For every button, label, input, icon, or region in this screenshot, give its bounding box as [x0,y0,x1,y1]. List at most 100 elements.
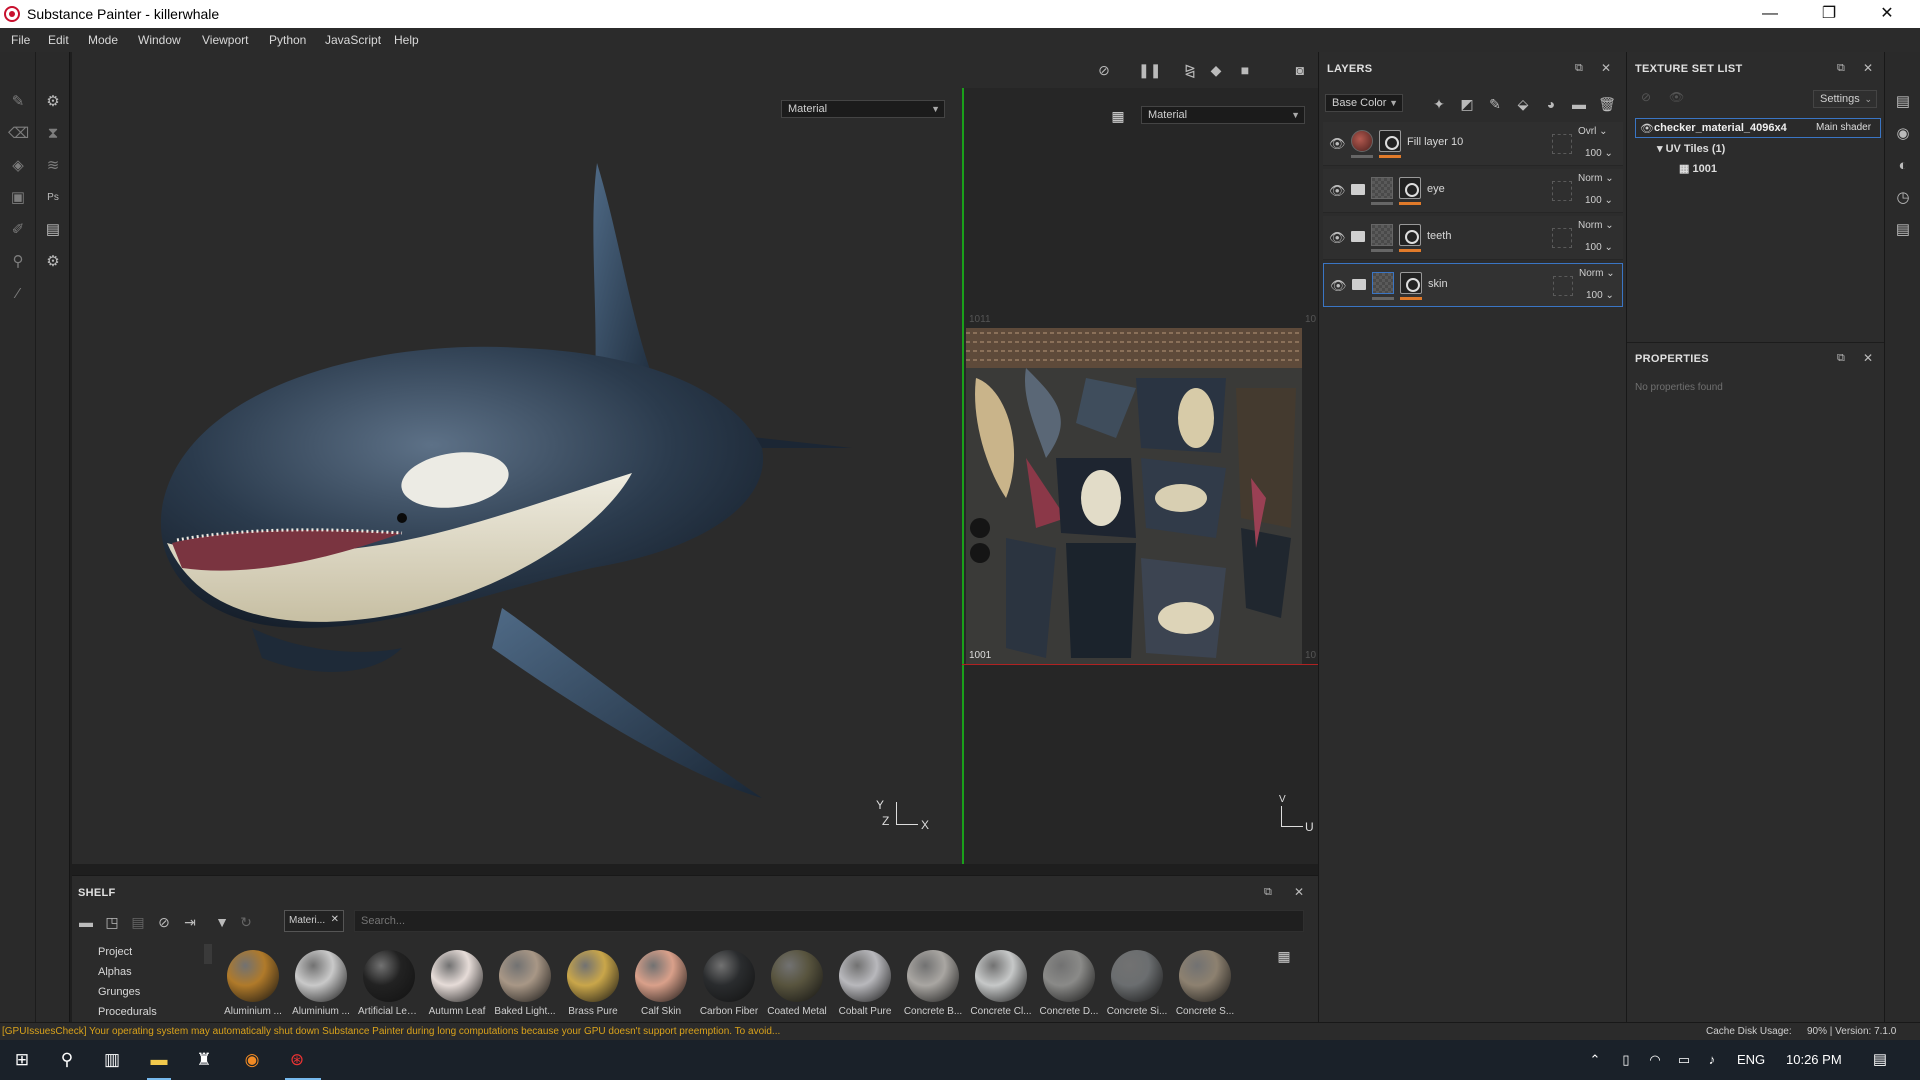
category-procedurals[interactable]: Procedurals [98,1006,157,1018]
reset-icon[interactable]: ↻ [236,912,256,932]
close-icon[interactable]: ✕ [1863,351,1873,365]
layer-row-eye[interactable]: 👁 eye Norm ⌄ 100 ⌄ [1323,169,1623,213]
shelf-search-input[interactable] [354,910,1304,932]
undock-icon[interactable]: ⧉ [1575,62,1583,75]
steam-icon[interactable]: ♜ [192,1050,216,1070]
minimize-button[interactable]: — [1741,0,1799,28]
material-item[interactable]: Aluminium ... [290,950,352,1017]
layers-stack-icon[interactable]: ≋ [43,156,63,176]
volume-icon[interactable]: ♪ [1700,1050,1724,1070]
add-paint-layer-icon[interactable]: ✎ [1485,94,1505,114]
material-item[interactable]: Concrete D... [1038,950,1100,1017]
screenshot-camera-icon[interactable]: ◙ [1290,60,1310,80]
close-icon[interactable]: ✕ [1601,61,1611,75]
tray-chevron-up-icon[interactable]: ⌃ [1583,1050,1607,1070]
undock-icon[interactable]: ⧉ [1264,886,1272,899]
blender-icon[interactable]: ◉ [240,1050,264,1070]
task-view-icon[interactable]: ▥ [100,1050,124,1070]
add-fill-layer-icon[interactable]: ⬙ [1513,94,1533,114]
material-item[interactable]: Autumn Leaf [426,950,488,1017]
hourglass-icon[interactable]: ⧗ [43,124,63,144]
category-scrollbar[interactable] [204,944,212,964]
new-item-icon[interactable]: ◳ [102,912,122,932]
material-item[interactable]: Baked Light... [494,950,556,1017]
category-grunges[interactable]: Grunges [98,986,140,998]
viewport-2d-mode-select[interactable]: Material ▼ [1141,106,1305,124]
layer-row-skin[interactable]: 👁 skin Norm ⌄ 100 ⌄ [1323,263,1623,307]
uv-tile-item[interactable]: ▦ 1001 [1679,162,1717,175]
material-item[interactable]: Aluminium ... [222,950,284,1017]
menu-python[interactable]: Python [269,33,306,47]
delete-layer-icon[interactable]: 🗑 [1597,94,1617,114]
menu-window[interactable]: Window [138,33,181,47]
material-item[interactable]: Concrete B... [902,950,964,1017]
search-icon[interactable]: ⚲ [55,1050,79,1070]
settings-dropdown[interactable]: Settings ⌄ [1813,90,1877,108]
opacity-value[interactable]: 100 ⌄ [1585,195,1613,206]
material-item[interactable]: Coated Metal [766,950,828,1017]
opacity-value[interactable]: 100 ⌄ [1586,290,1614,301]
clone-stamp-icon[interactable]: ⚲ [8,252,28,272]
visibility-eye-icon[interactable]: 👁 [1329,230,1346,246]
log-icon[interactable]: ▤ [1893,220,1913,240]
hide-icon[interactable]: ⊘ [1641,90,1651,104]
visibility-eye-icon[interactable]: 👁 [1330,278,1347,294]
smart-material-icon[interactable]: ◕ [1541,94,1561,114]
blend-mode[interactable]: Ovrl ⌄ [1578,126,1608,137]
menu-edit[interactable]: Edit [48,33,69,47]
category-project[interactable]: Project [98,946,132,958]
material-item[interactable]: Concrete Si... [1106,950,1168,1017]
blend-mode[interactable]: Norm ⌄ [1579,268,1615,279]
settings-gear-icon[interactable]: ⚙ [43,92,63,112]
texture-set-list-icon[interactable]: ▤ [1893,92,1913,112]
layer-row-teeth[interactable]: 👁 teeth Norm ⌄ 100 ⌄ [1323,216,1623,260]
visibility-eye-icon[interactable]: 👁 [1329,183,1346,199]
menu-file[interactable]: File [11,33,30,47]
add-effect-icon[interactable]: ✦ [1429,94,1449,114]
file-explorer-icon[interactable]: ▬ [147,1050,171,1070]
texture-set-row[interactable]: 👁 checker_material_4096x4 Main shader [1635,118,1881,138]
menu-mode[interactable]: Mode [88,33,118,47]
filter-tag[interactable]: Materi... ✕ [284,910,344,932]
battery-icon[interactable]: ▭ [1672,1050,1696,1070]
document-icon[interactable]: ▤ [43,220,63,240]
folder-icon[interactable]: ▬ [76,912,96,932]
notifications-icon[interactable]: ▤ [1868,1050,1892,1070]
material-item[interactable]: Cobalt Pure [834,950,896,1017]
menu-viewport[interactable]: Viewport [202,33,248,47]
geometry-fill-icon[interactable]: ▣ [8,188,28,208]
camera-video-icon[interactable]: ■ [1235,60,1255,80]
display-mode-cube-icon[interactable]: ◆ [1206,60,1226,80]
undock-icon[interactable]: ⧉ [1837,352,1845,365]
category-alphas[interactable]: Alphas [98,966,132,978]
close-window-button[interactable]: ✕ [1858,0,1916,28]
blend-mode[interactable]: Norm ⌄ [1578,220,1614,231]
material-item[interactable]: Carbon Fiber [698,950,760,1017]
clock[interactable]: 10:26 PM [1786,1052,1842,1067]
tray-device-icon[interactable]: ▯ [1614,1050,1638,1070]
hide-ui-icon[interactable]: ⊘ [1094,60,1114,80]
save-icon[interactable]: ▤ [128,912,148,932]
add-mask-icon[interactable]: ◩ [1457,94,1477,114]
add-folder-icon[interactable]: ▬ [1569,94,1589,114]
uv-tiles-group[interactable]: ▾ UV Tiles (1) [1657,142,1725,155]
material-item[interactable]: Brass Pure [562,950,624,1017]
close-icon[interactable]: ✕ [1863,61,1873,75]
grid-view-icon[interactable]: ▦ [1108,106,1128,126]
material-item[interactable]: Calf Skin [630,950,692,1017]
display-settings-icon[interactable]: ◉ [1893,124,1913,144]
wifi-icon[interactable]: ◠ [1643,1050,1667,1070]
grid-view-icon[interactable]: ▦ [1274,946,1294,966]
menu-help[interactable]: Help [394,33,419,47]
substance-painter-taskbar-icon[interactable]: ⊛ [285,1050,309,1070]
restore-button[interactable]: ❐ [1800,0,1858,28]
channel-select[interactable]: Base Color ▼ [1325,94,1403,112]
viewport-2d[interactable]: ▦ Material ▼ 1011 10 1001 10 V U [962,88,1318,864]
hide-icon[interactable]: ⊘ [154,912,174,932]
eraser-icon[interactable]: ⌫ [8,124,29,144]
layer-row-fill-layer-10[interactable]: 👁 Fill layer 10 Ovrl ⌄ 100 ⌄ [1323,122,1623,166]
shader-settings-icon[interactable]: ◐ [1893,156,1913,176]
color-picker-icon[interactable]: ⁄ [8,284,28,304]
symmetry-icon[interactable]: ⧎ [1180,60,1200,80]
menu-javascript[interactable]: JavaScript [325,33,381,47]
